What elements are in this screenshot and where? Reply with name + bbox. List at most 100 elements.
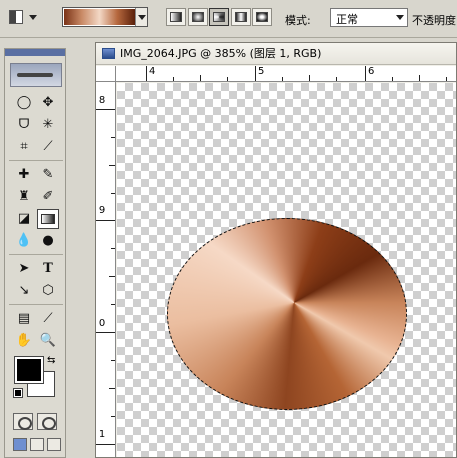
options-bar: 模式: 正常 不透明度: [0, 0, 457, 38]
gradient-picker[interactable]: [62, 7, 148, 27]
dodge-tool[interactable]: ●: [37, 231, 59, 251]
document-window: IMG_2064.JPG @ 385% (图层 1, RGB) 4 5 6 8 …: [95, 42, 457, 458]
separator: [9, 304, 63, 305]
chevron-down-icon: [396, 15, 404, 20]
ruler-tick: [336, 77, 337, 81]
canvas[interactable]: [117, 83, 456, 457]
document-titlebar[interactable]: IMG_2064.JPG @ 385% (图层 1, RGB): [96, 43, 456, 65]
ruler-tick: [200, 75, 201, 81]
feather-logo[interactable]: [10, 63, 62, 87]
gradient-tool-icon: [41, 214, 55, 224]
healing-brush-tool[interactable]: ✚: [13, 165, 35, 185]
ruler-tick: [392, 77, 393, 81]
gradient-tool-preset-icon: [9, 10, 23, 24]
tool-preset-picker[interactable]: [5, 5, 43, 29]
zoom-tool[interactable]: 🔍: [37, 331, 59, 351]
ruler-tick: [96, 220, 115, 221]
ruler-label: 9: [98, 205, 106, 216]
magic-wand-tool[interactable]: ✳: [37, 115, 59, 135]
ruler-tick: [146, 66, 147, 81]
radial-gradient-icon: [192, 12, 204, 22]
angle-gradient-button[interactable]: [209, 8, 229, 26]
full-screen-button[interactable]: [47, 438, 61, 451]
eyedropper-tool[interactable]: ⟋: [37, 309, 59, 329]
blur-tool[interactable]: 💧: [13, 231, 35, 251]
mode-select[interactable]: 正常: [330, 8, 408, 27]
crop-tool[interactable]: ⌗: [13, 137, 35, 157]
ruler-tick: [109, 165, 115, 166]
notes-tool[interactable]: ▤: [13, 309, 35, 329]
ruler-tick: [96, 332, 115, 333]
ruler-label: 6: [368, 66, 375, 77]
type-tool[interactable]: T: [37, 259, 59, 279]
path-selection-tool[interactable]: ➤: [13, 259, 35, 279]
chevron-down-icon: [29, 15, 37, 20]
mode-label: 模式:: [285, 14, 311, 27]
linear-gradient-button[interactable]: [166, 8, 186, 26]
ruler-tick: [446, 77, 447, 81]
radial-gradient-button[interactable]: [188, 8, 208, 26]
lasso-tool[interactable]: ᗜ: [13, 115, 35, 135]
clone-stamp-tool[interactable]: ♜: [13, 187, 35, 207]
ruler-label: 5: [258, 66, 265, 77]
ruler-tick: [282, 77, 283, 81]
document-icon: [102, 48, 115, 59]
ruler-tick: [309, 75, 310, 81]
standard-screen-button[interactable]: [13, 438, 27, 451]
ellipse-selection-angle-gradient[interactable]: [167, 218, 407, 410]
linear-gradient-icon: [170, 12, 182, 22]
ruler-tick: [111, 193, 115, 194]
ruler-label: 1: [98, 429, 106, 440]
gradient-tool[interactable]: [37, 209, 59, 229]
brush-tool[interactable]: ✎: [37, 165, 59, 185]
ruler-tick: [111, 416, 115, 417]
tools-palette: ◯ ✥ ᗜ ✳ ⌗ ⟋ ✚ ✎ ♜ ✐ ◪ 💧 ● ➤ T ↘ ⬡ ▤ ⟋ ✋ …: [4, 48, 66, 458]
reflected-gradient-icon: [235, 12, 247, 22]
ruler-tick: [419, 75, 420, 81]
ruler-tick: [109, 276, 115, 277]
ruler-vertical[interactable]: 8 9 0 1: [96, 82, 116, 457]
swap-colors-icon[interactable]: ⇆: [47, 355, 55, 366]
ruler-tick: [96, 109, 115, 110]
ruler-tick: [173, 77, 174, 81]
ruler-tick: [227, 77, 228, 81]
feather-icon: [17, 73, 53, 77]
reflected-gradient-button[interactable]: [231, 8, 251, 26]
gradient-dropdown-arrow[interactable]: [135, 8, 147, 26]
mode-value: 正常: [336, 13, 358, 26]
ruler-origin[interactable]: [96, 66, 116, 82]
history-brush-tool[interactable]: ✐: [37, 187, 59, 207]
foreground-color-swatch[interactable]: [14, 356, 44, 384]
ruler-horizontal[interactable]: 4 5 6: [116, 66, 456, 82]
ruler-tick: [109, 388, 115, 389]
palette-titlebar[interactable]: [5, 49, 65, 56]
quick-mask-mode-button[interactable]: [37, 413, 57, 430]
diamond-gradient-button[interactable]: [252, 8, 272, 26]
separator: [9, 160, 63, 161]
default-colors-icon[interactable]: [13, 388, 23, 398]
ruler-tick: [111, 304, 115, 305]
move-tool[interactable]: ✥: [37, 93, 59, 113]
shape-tool[interactable]: ⬡: [37, 281, 59, 301]
ruler-tick: [255, 66, 256, 81]
separator: [9, 254, 63, 255]
gradient-preview: [64, 9, 135, 25]
eraser-tool[interactable]: ◪: [13, 209, 35, 229]
ruler-tick: [365, 66, 366, 81]
ruler-tick: [96, 444, 115, 445]
ruler-tick: [111, 248, 115, 249]
marquee-tool[interactable]: ◯: [13, 93, 35, 113]
ruler-tick: [111, 137, 115, 138]
pen-tool[interactable]: ↘: [13, 281, 35, 301]
ruler-tick: [111, 360, 115, 361]
ruler-label: 0: [98, 318, 106, 329]
diamond-gradient-icon: [256, 12, 268, 22]
hand-tool[interactable]: ✋: [13, 331, 35, 351]
document-title: IMG_2064.JPG @ 385% (图层 1, RGB): [120, 47, 322, 60]
opacity-label: 不透明度: [412, 14, 456, 27]
standard-mode-button[interactable]: [13, 413, 33, 430]
slice-tool[interactable]: ⟋: [37, 137, 59, 157]
full-screen-menu-button[interactable]: [30, 438, 44, 451]
angle-gradient-icon: [213, 12, 225, 22]
ruler-label: 8: [98, 95, 106, 106]
